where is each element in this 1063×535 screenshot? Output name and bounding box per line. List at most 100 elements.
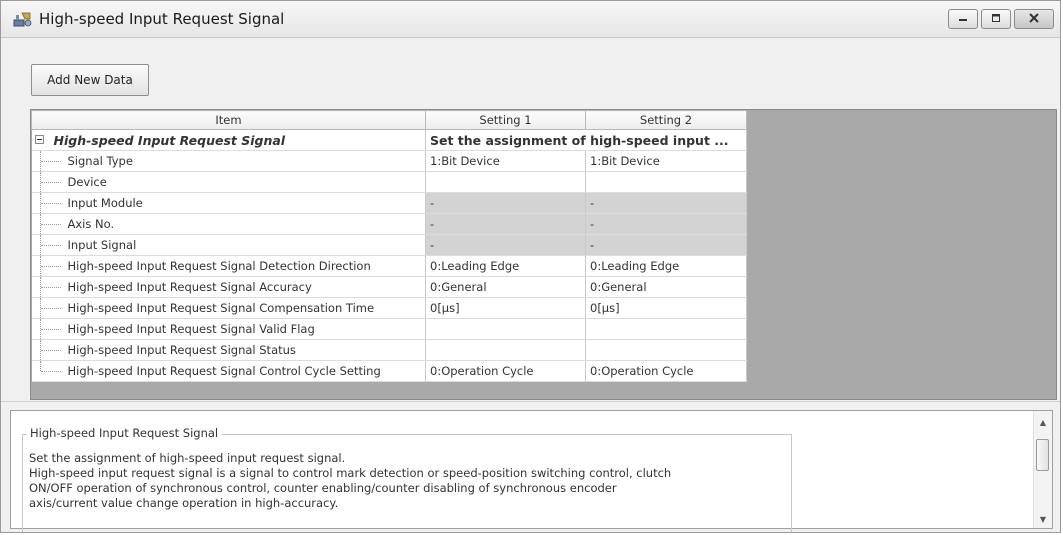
setting-2-cell[interactable]: 0:General — [585, 276, 747, 298]
scroll-thumb[interactable] — [1036, 439, 1049, 471]
setting-1-cell[interactable]: - — [425, 213, 586, 235]
header-row: Item Setting 1 Setting 2 — [31, 110, 747, 130]
setting-1-cell[interactable] — [425, 318, 586, 340]
maximize-button[interactable] — [981, 9, 1011, 29]
setting-1-cell[interactable] — [425, 171, 586, 193]
item-cell[interactable]: High-speed Input Request Signal Detectio… — [31, 255, 426, 277]
item-label: Axis No. — [67, 217, 115, 231]
scroll-up-icon[interactable]: ▲ — [1037, 417, 1049, 429]
setting-1-cell[interactable]: 0:Leading Edge — [425, 255, 586, 277]
table-row[interactable]: Input Signal - - — [31, 234, 747, 256]
table-row[interactable]: High-speed Input Request Signal Detectio… — [31, 255, 747, 277]
table-row[interactable]: Device — [31, 171, 747, 193]
tree-branch — [40, 182, 61, 183]
tree-branch — [40, 329, 61, 330]
setting-2-cell[interactable]: 1:Bit Device — [585, 150, 747, 172]
window-title: High-speed Input Request Signal — [39, 10, 285, 28]
setting-2-cell[interactable] — [585, 318, 747, 340]
description-line: Set the assignment of high-speed input r… — [29, 451, 346, 465]
column-header-item[interactable]: Item — [31, 110, 426, 130]
add-new-data-button[interactable]: Add New Data — [31, 64, 149, 96]
setting-2-cell[interactable]: 0[µs] — [585, 297, 747, 319]
table-row[interactable]: Signal Type 1:Bit Device 1:Bit Device — [31, 150, 747, 172]
setting-1-cell[interactable] — [425, 339, 586, 361]
description-groupbox: High-speed Input Request Signal Set the … — [22, 426, 792, 532]
item-label: Device — [67, 175, 107, 189]
item-cell[interactable]: High-speed Input Request Signal Status — [31, 339, 426, 361]
description-text: Set the assignment of high-speed input r… — [29, 451, 784, 511]
settings-grid: Item Setting 1 Setting 2 High-speed Inpu… — [30, 109, 1057, 400]
tree-branch — [40, 245, 61, 246]
item-cell[interactable]: High-speed Input Request Signal Compensa… — [31, 297, 426, 319]
item-cell[interactable]: High-speed Input Request Signal Control … — [31, 360, 426, 382]
item-label: High-speed Input Request Signal Accuracy — [67, 280, 312, 294]
item-cell[interactable]: High-speed Input Request Signal Valid Fl… — [31, 318, 426, 340]
description-line: High-speed input request signal is a sig… — [29, 466, 672, 480]
description-scrollbar[interactable]: ▲ ▼ — [1033, 411, 1052, 528]
tree-branch — [40, 350, 61, 351]
description-title: High-speed Input Request Signal — [27, 426, 222, 440]
setting-1-cell[interactable]: 0:General — [425, 276, 586, 298]
setting-2-cell[interactable]: - — [585, 192, 747, 214]
setting-2-cell[interactable]: 0:Leading Edge — [585, 255, 747, 277]
item-label: High-speed Input Request Signal Valid Fl… — [67, 322, 315, 336]
item-cell[interactable]: Input Module — [31, 192, 426, 214]
setting-2-cell[interactable] — [585, 339, 747, 361]
item-cell[interactable]: High-speed Input Request Signal Accuracy — [31, 276, 426, 298]
setting-2-cell[interactable]: - — [585, 234, 747, 256]
tree-branch — [40, 161, 61, 162]
item-label: High-speed Input Request Signal Compensa… — [67, 301, 375, 315]
tree-branch — [40, 224, 61, 225]
setting-1-cell[interactable]: - — [425, 234, 586, 256]
panel-splitter[interactable] — [1, 401, 1060, 410]
item-cell[interactable]: Axis No. — [31, 213, 426, 235]
collapse-minus-icon[interactable] — [34, 135, 44, 144]
scroll-down-icon[interactable]: ▼ — [1037, 514, 1049, 526]
tree-branch — [40, 203, 61, 204]
table-row[interactable]: High-speed Input Request Signal Valid Fl… — [31, 318, 747, 340]
item-label: Input Signal — [67, 238, 137, 252]
setting-1-cell[interactable]: 0[µs] — [425, 297, 586, 319]
item-cell[interactable]: Signal Type — [31, 150, 426, 172]
group-setting-cell[interactable]: Set the assignment of high-speed input .… — [425, 129, 747, 151]
table-row[interactable]: High-speed Input Request Signal Accuracy… — [31, 276, 747, 298]
table-row[interactable]: Axis No. - - — [31, 213, 747, 235]
group-label: High-speed Input Request Signal — [53, 132, 286, 148]
tree-branch — [40, 266, 61, 267]
setting-2-cell[interactable]: - — [585, 213, 747, 235]
description-line: axis/current value change operation in h… — [29, 496, 339, 510]
app-window: High-speed Input Request Signal Add New … — [0, 0, 1061, 533]
setting-1-cell[interactable]: 0:Operation Cycle — [425, 360, 586, 382]
item-label: Input Module — [67, 196, 143, 210]
column-header-setting-2[interactable]: Setting 2 — [585, 110, 747, 130]
description-panel: High-speed Input Request Signal Set the … — [10, 410, 1053, 532]
item-label: High-speed Input Request Signal Control … — [67, 364, 381, 378]
title-bar: High-speed Input Request Signal — [1, 1, 1060, 38]
setting-1-cell[interactable]: 1:Bit Device — [425, 150, 586, 172]
setting-2-cell[interactable] — [585, 171, 747, 193]
settings-table: Item Setting 1 Setting 2 High-speed Inpu… — [31, 110, 747, 382]
item-cell[interactable]: Device — [31, 171, 426, 193]
maximize-icon — [990, 12, 1002, 26]
table-row[interactable]: High-speed Input Request Signal Compensa… — [31, 297, 747, 319]
setting-2-cell[interactable]: 0:Operation Cycle — [585, 360, 747, 382]
tree-branch — [40, 287, 61, 288]
group-row[interactable]: High-speed Input Request Signal Set the … — [31, 129, 747, 151]
close-button[interactable] — [1014, 9, 1054, 29]
setting-1-cell[interactable]: - — [425, 192, 586, 214]
item-label: Signal Type — [67, 154, 133, 168]
column-header-setting-1[interactable]: Setting 1 — [425, 110, 586, 130]
table-row[interactable]: High-speed Input Request Signal Status — [31, 339, 747, 361]
settings-app-icon — [13, 11, 33, 27]
item-cell[interactable]: Input Signal — [31, 234, 426, 256]
close-icon — [1027, 12, 1041, 27]
tree-connector — [39, 361, 42, 371]
description-line: ON/OFF operation of synchronous control,… — [29, 481, 617, 495]
group-item-cell[interactable]: High-speed Input Request Signal — [31, 129, 426, 151]
window-controls — [948, 9, 1054, 29]
tree-branch — [40, 371, 61, 372]
minimize-button[interactable] — [948, 9, 978, 29]
table-row[interactable]: Input Module - - — [31, 192, 747, 214]
table-row[interactable]: High-speed Input Request Signal Control … — [31, 360, 747, 382]
minimize-icon — [957, 12, 969, 26]
